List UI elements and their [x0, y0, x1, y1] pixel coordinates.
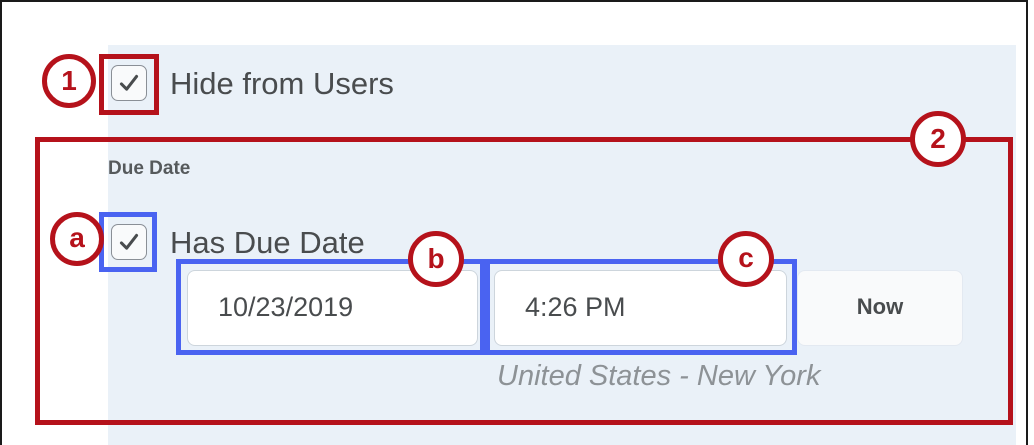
has-due-date-checkbox[interactable]	[111, 224, 147, 260]
hide-from-users-checkbox[interactable]	[111, 65, 147, 101]
check-icon	[119, 74, 139, 91]
annotation-marker-c: c	[718, 231, 774, 287]
has-due-date-label: Has Due Date	[170, 225, 365, 260]
annotation-marker-1: 1	[42, 54, 96, 108]
annotation-marker-a: a	[50, 212, 104, 266]
now-button[interactable]: Now	[797, 270, 963, 346]
annotation-marker-2: 2	[910, 111, 966, 167]
check-icon	[119, 233, 139, 250]
due-date-section-label: Due Date	[108, 158, 191, 179]
annotation-marker-b: b	[408, 231, 464, 287]
timezone-label: United States - New York	[497, 360, 821, 392]
hide-from-users-label: Hide from Users	[170, 66, 394, 101]
